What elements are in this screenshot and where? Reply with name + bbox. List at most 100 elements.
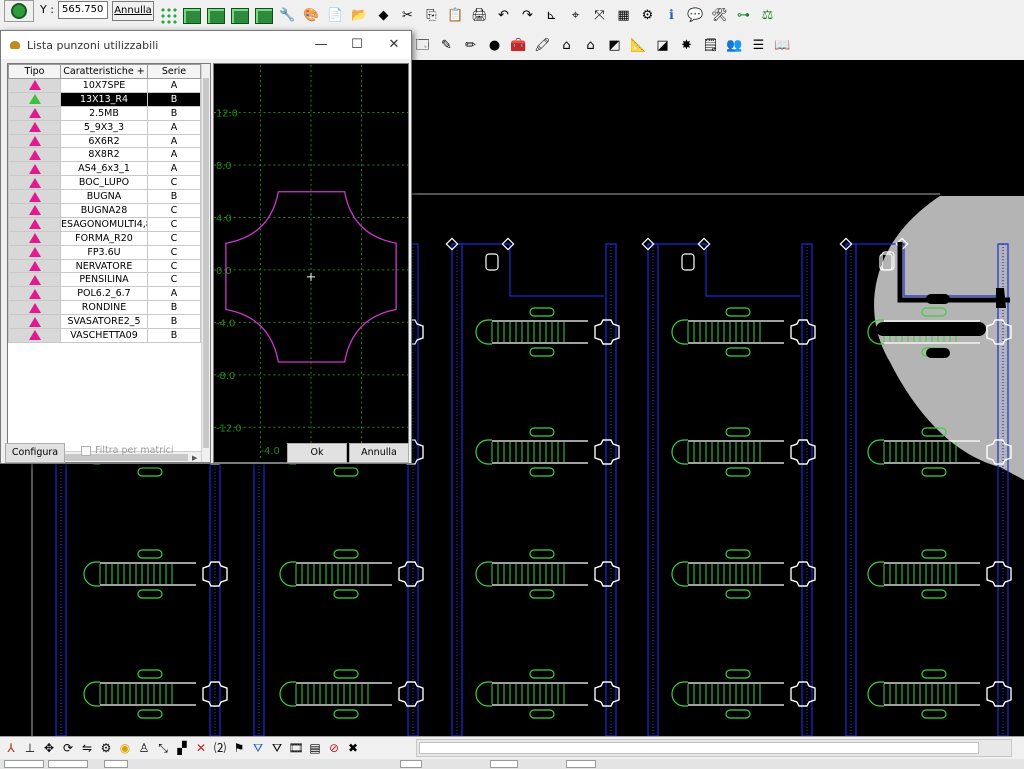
table-row[interactable]: FORMA_R20 C bbox=[8, 230, 201, 246]
table-row[interactable]: 10X7SPE A bbox=[8, 78, 201, 93]
green-rect-2-button[interactable] bbox=[205, 5, 226, 26]
y-coordinate-input[interactable]: 565.750 bbox=[58, 1, 108, 19]
cancel-button[interactable]: Annulla bbox=[349, 443, 409, 463]
table-row[interactable]: FP3.6U C bbox=[8, 244, 201, 260]
table-row[interactable]: AS4_6x3_1 A bbox=[8, 161, 201, 177]
paste-icon[interactable]: 📋 bbox=[445, 5, 466, 26]
table-row[interactable]: BOC_LUPO C bbox=[8, 175, 201, 191]
cnc-icon[interactable]: ⚙ bbox=[637, 5, 658, 26]
table-row[interactable]: 6X6R2 A bbox=[8, 133, 201, 149]
copy-icon[interactable]: ⎘ bbox=[421, 5, 442, 26]
table-row[interactable]: VASCHETTA09 B bbox=[8, 328, 201, 343]
eraser-icon[interactable]: ◆ bbox=[373, 5, 394, 26]
cut-icon[interactable]: ✂ bbox=[397, 5, 418, 26]
minimize-button[interactable]: — bbox=[306, 35, 336, 55]
measure-icon[interactable]: 🔧 bbox=[277, 5, 298, 26]
coordinate-cancel-button[interactable]: Annulla bbox=[112, 1, 154, 21]
close-tool-icon[interactable]: ✖ bbox=[344, 739, 362, 757]
table-row[interactable]: 13X13_R4 B bbox=[8, 91, 201, 107]
redo-icon[interactable]: ↷ bbox=[517, 5, 538, 26]
users-icon[interactable]: 👥 bbox=[724, 35, 745, 56]
filter-2-icon[interactable]: ⛛ bbox=[268, 739, 286, 757]
marker-icon[interactable]: ⊥ bbox=[21, 739, 39, 757]
table-row[interactable]: BUGNA B bbox=[8, 189, 201, 205]
canvas-horizontal-scrollbar[interactable] bbox=[416, 739, 1012, 757]
info-icon[interactable]: ℹ bbox=[661, 5, 682, 26]
undo-icon[interactable]: ↶ bbox=[493, 5, 514, 26]
tools-icon[interactable]: 🧰 bbox=[508, 35, 529, 56]
book-icon[interactable]: 📖 bbox=[772, 35, 793, 56]
report-icon[interactable]: 🗒 bbox=[700, 35, 721, 56]
fill-icon[interactable]: ◪ bbox=[652, 35, 673, 56]
ruler-icon[interactable]: 📐 bbox=[628, 35, 649, 56]
snap-icon[interactable]: ⌖ bbox=[565, 5, 586, 26]
table-row[interactable]: 2.5MB B bbox=[8, 105, 201, 121]
column-header-serie[interactable]: Serie bbox=[147, 64, 201, 79]
table-row[interactable]: RONDINE B bbox=[8, 300, 201, 316]
column-header-caratteristiche[interactable]: Caratteristiche + bbox=[60, 64, 148, 79]
building-icon[interactable]: ⌂ bbox=[580, 35, 601, 56]
table-row[interactable]: 5_9X3_3 A bbox=[8, 119, 201, 135]
table-row[interactable]: SVASATORE2_5 B bbox=[8, 314, 201, 330]
table-row[interactable]: 8X8R2 A bbox=[8, 147, 201, 163]
table-row[interactable]: ESAGONOMULTI4,8 C bbox=[8, 216, 201, 232]
green-rect-4-button[interactable] bbox=[253, 5, 274, 26]
window-icon[interactable]: 🗔 bbox=[412, 35, 433, 56]
table-row[interactable]: NERVATORE C bbox=[8, 258, 201, 274]
ok-button[interactable]: Ok bbox=[287, 443, 347, 463]
configure-button[interactable]: Configura bbox=[5, 443, 65, 463]
figure-icon[interactable]: ♙ bbox=[135, 739, 153, 757]
stop-icon[interactable]: ⊘ bbox=[325, 739, 343, 757]
draw-icon[interactable]: 🖍 bbox=[532, 35, 553, 56]
balance-icon[interactable]: ⚖ bbox=[757, 5, 778, 26]
run-button[interactable] bbox=[4, 0, 34, 22]
rotate-icon[interactable]: ⟳ bbox=[59, 739, 77, 757]
circle-icon[interactable]: ◉ bbox=[116, 739, 134, 757]
open-icon[interactable]: 📂 bbox=[349, 5, 370, 26]
edit-icon[interactable]: ✎ bbox=[436, 35, 457, 56]
cross-icon[interactable]: ✕ bbox=[192, 739, 210, 757]
table-row[interactable]: PENSILINA C bbox=[8, 272, 201, 288]
align-icon[interactable]: ⊶ bbox=[733, 5, 754, 26]
grid-dots-icon[interactable] bbox=[160, 6, 178, 25]
transform-icon[interactable]: ⤧ bbox=[589, 5, 610, 26]
star-icon[interactable]: ✸ bbox=[676, 35, 697, 56]
film-icon[interactable]: 🎞 bbox=[287, 739, 305, 757]
filter-icon[interactable]: ⛛ bbox=[249, 739, 267, 757]
array-icon[interactable]: ▦ bbox=[613, 5, 634, 26]
print-icon[interactable]: 🖨 bbox=[469, 5, 490, 26]
house-icon[interactable]: ⌂ bbox=[556, 35, 577, 56]
maximize-button[interactable]: ☐ bbox=[342, 35, 372, 55]
column-header-tipo[interactable]: Tipo bbox=[8, 64, 61, 79]
block-icon[interactable]: ▞ bbox=[173, 739, 191, 757]
close-button[interactable]: ✕ bbox=[379, 35, 409, 55]
move-icon[interactable]: ✥ bbox=[40, 739, 58, 757]
list-scroll-thumb[interactable] bbox=[203, 78, 209, 448]
pencil-icon[interactable]: ✏ bbox=[460, 35, 481, 56]
dialog-title-bar[interactable]: Lista punzoni utilizzabili — ☐ ✕ bbox=[1, 31, 411, 59]
list-icon[interactable]: ☰ bbox=[748, 35, 769, 56]
list-vertical-scrollbar[interactable] bbox=[201, 64, 210, 462]
bomb-icon[interactable]: ● bbox=[484, 35, 505, 56]
scroll-right-icon[interactable]: ▶ bbox=[192, 452, 197, 462]
paint-icon[interactable]: 🎨 bbox=[301, 5, 322, 26]
counter-icon[interactable]: ⑵ bbox=[211, 739, 229, 757]
comment-icon[interactable]: 💬 bbox=[685, 5, 706, 26]
layers-icon[interactable]: ▤ bbox=[306, 739, 324, 757]
table-row[interactable]: BUGNA28 C bbox=[8, 203, 201, 218]
table-row[interactable]: POL6.2_6.7 A bbox=[8, 286, 201, 302]
mirror-icon[interactable]: ⇋ bbox=[78, 739, 96, 757]
filter-by-matrix[interactable]: Filtra per matrici bbox=[81, 445, 174, 456]
green-rect-1-button[interactable] bbox=[181, 5, 202, 26]
axes-icon[interactable]: ⊾ bbox=[541, 5, 562, 26]
settings-icon[interactable]: 🛠 bbox=[709, 5, 730, 26]
new-icon[interactable]: 📄 bbox=[325, 5, 346, 26]
canvas-scroll-thumb[interactable] bbox=[419, 742, 979, 754]
flag-icon[interactable]: ⚑ bbox=[230, 739, 248, 757]
green-rect-3-button[interactable] bbox=[229, 5, 250, 26]
nest-icon[interactable]: ◩ bbox=[604, 35, 625, 56]
filter-checkbox[interactable] bbox=[81, 445, 91, 456]
gear-icon-2[interactable]: ⚙ bbox=[97, 739, 115, 757]
dimension-icon[interactable]: ⅄ bbox=[2, 739, 20, 757]
scale-icon[interactable]: ⤡ bbox=[154, 739, 172, 757]
